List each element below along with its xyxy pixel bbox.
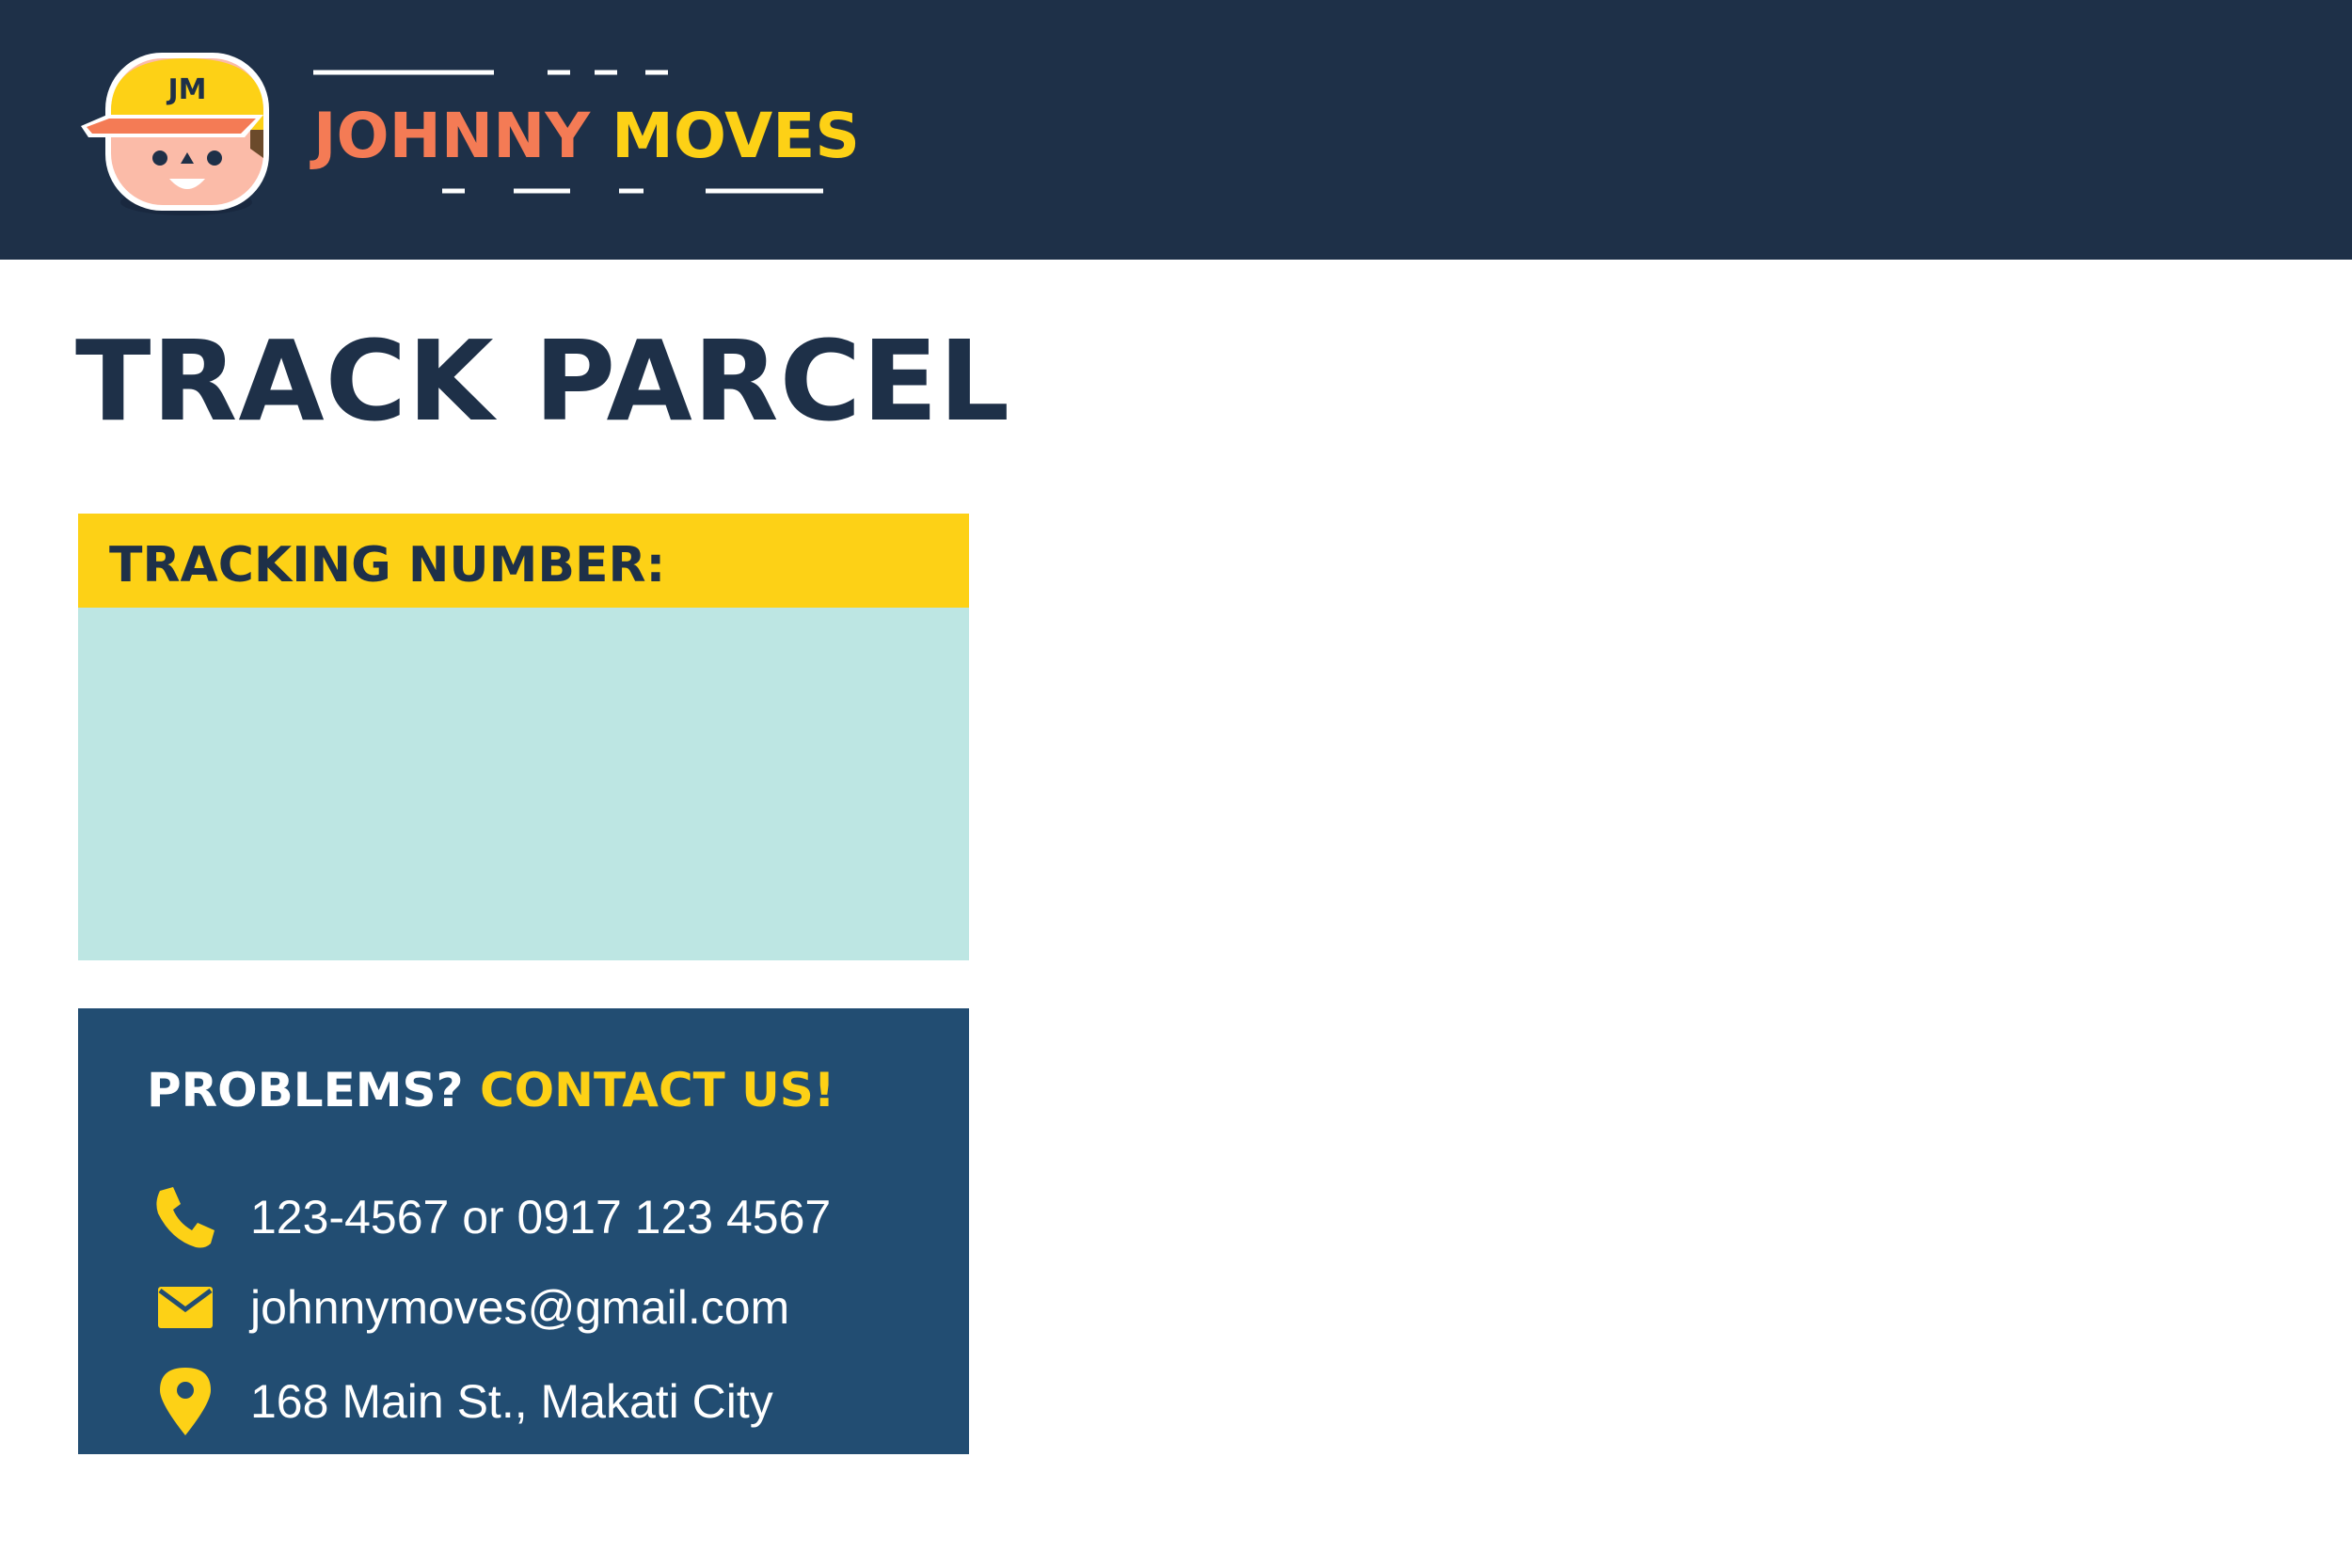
mascot-logo-svg: JM — [81, 53, 269, 215]
contact-phone-text: 123-4567 or 0917 123 4567 — [250, 1191, 832, 1243]
contact-heading-question: PROBLEMS? — [147, 1063, 464, 1117]
mascot-logo-icon[interactable]: JM — [75, 38, 282, 226]
brand-name[interactable]: JOHNNY MOVES — [313, 94, 860, 179]
contact-heading: PROBLEMS? CONTACT US! — [147, 1057, 835, 1123]
contact-address-text: 168 Main St., Makati City — [250, 1375, 773, 1428]
contact-email-text: johnnymoves@gmail.com — [250, 1281, 790, 1334]
contact-panel: PROBLEMS? CONTACT US! 123-4567 or 0917 1… — [78, 1008, 969, 1454]
contact-email-row[interactable]: johnnymoves@gmail.com — [147, 1270, 946, 1345]
phone-icon — [147, 1180, 222, 1255]
contact-address-row[interactable]: 168 Main St., Makati City — [147, 1364, 946, 1439]
map-pin-icon — [147, 1364, 222, 1439]
tracking-panel: TRACKING NUMBER: — [78, 514, 969, 960]
brand-last-word: MOVES — [612, 100, 860, 172]
contact-phone-row[interactable]: 123-4567 or 0917 123 4567 — [147, 1180, 946, 1255]
brand-first-word: JOHNNY — [313, 100, 591, 172]
page-title: TRACK PARCEL — [75, 316, 1011, 446]
tracking-number-label: TRACKING NUMBER: — [78, 514, 969, 608]
contact-heading-cta: CONTACT US! — [479, 1063, 835, 1117]
logo-monogram: JM — [166, 73, 206, 106]
header-bar: JM JOHNNY MOVES — [0, 0, 2352, 260]
mail-icon — [147, 1270, 222, 1345]
tracking-number-input[interactable] — [78, 608, 969, 960]
